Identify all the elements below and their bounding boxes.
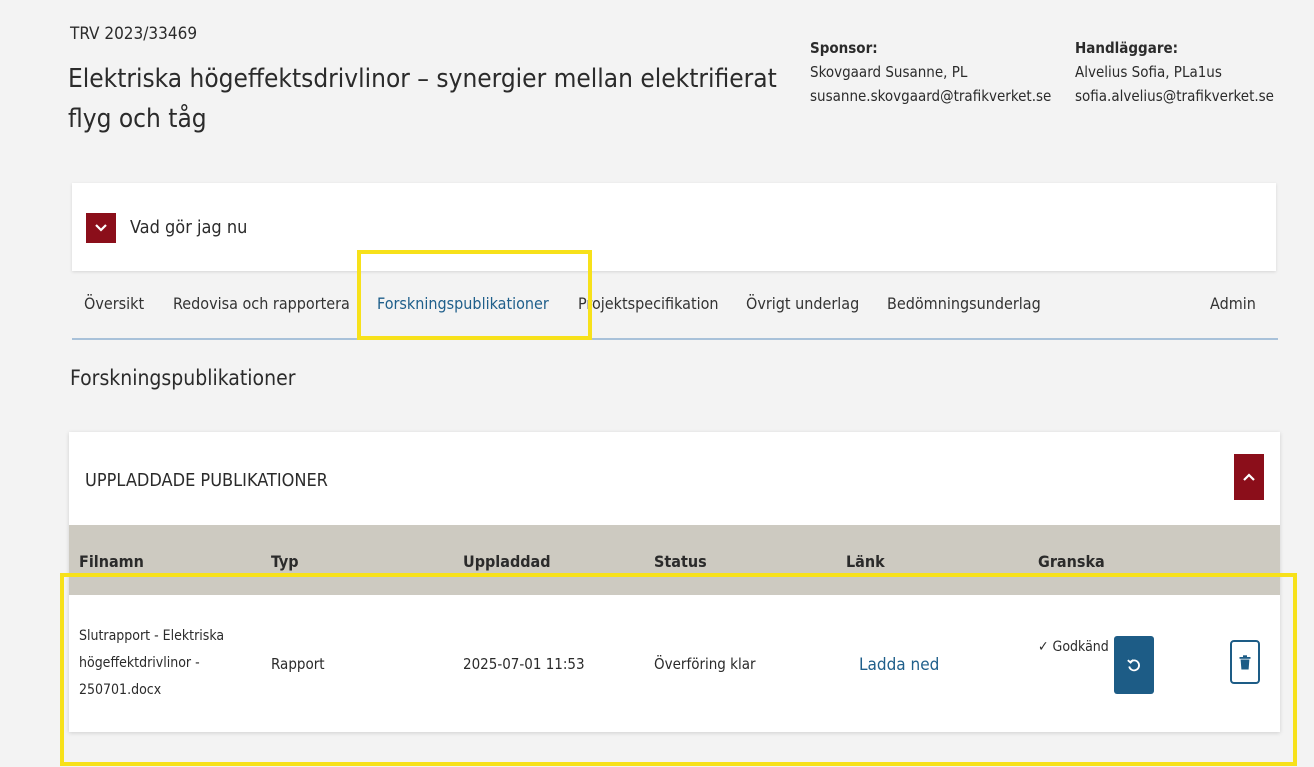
sponsor-label: Sponsor: <box>810 39 878 57</box>
section-title: Forskningspublikationer <box>70 366 296 390</box>
tab-projektspecifikation[interactable]: Projektspecifikation <box>578 294 719 313</box>
tab-bar: Översikt Redovisa och rapportera Forskni… <box>72 292 1278 340</box>
what-now-label[interactable]: Vad gör jag nu <box>130 217 247 238</box>
what-now-panel[interactable]: Vad gör jag nu <box>72 183 1276 271</box>
case-number: TRV 2023/33469 <box>70 24 198 44</box>
column-header: Granska <box>1038 552 1105 571</box>
column-header: Typ <box>271 552 299 571</box>
tab-ovrigt-underlag[interactable]: Övrigt underlag <box>746 294 859 313</box>
column-header: Filnamn <box>79 552 144 571</box>
tab-oversikt[interactable]: Översikt <box>84 294 144 313</box>
tab-bedomningsunderlag[interactable]: Bedömningsunderlag <box>887 294 1041 313</box>
sponsor-info: Sponsor: Skovgaard Susanne, PL susanne.s… <box>810 36 1051 108</box>
column-header: Status <box>654 552 707 571</box>
handler-email: sofia.alvelius@trafikverket.se <box>1075 87 1274 105</box>
handler-label: Handläggare: <box>1075 39 1179 57</box>
column-header: Uppladdad <box>463 552 551 571</box>
collapse-button[interactable] <box>1234 454 1264 500</box>
highlight-box <box>60 573 1297 766</box>
handler-name: Alvelius Sofia, PLa1us <box>1075 63 1222 81</box>
page-title: Elektriska högeffektsdrivlinor – synergi… <box>68 64 777 134</box>
chevron-up-icon <box>1243 473 1255 481</box>
publications-header: UPPLADDADE PUBLIKATIONER <box>85 470 328 491</box>
tab-redovisa-och-rapportera[interactable]: Redovisa och rapportera <box>173 294 350 313</box>
sponsor-name: Skovgaard Susanne, PL <box>810 63 968 81</box>
sponsor-email: susanne.skovgaard@trafikverket.se <box>810 87 1052 105</box>
what-now-toggle[interactable] <box>86 213 116 243</box>
tab-admin[interactable]: Admin <box>1210 294 1256 313</box>
handler-info: Handläggare: Alvelius Sofia, PLa1us sofi… <box>1075 36 1274 108</box>
chevron-down-icon <box>95 224 107 232</box>
column-header: Länk <box>846 552 885 571</box>
highlight-box <box>357 250 592 340</box>
